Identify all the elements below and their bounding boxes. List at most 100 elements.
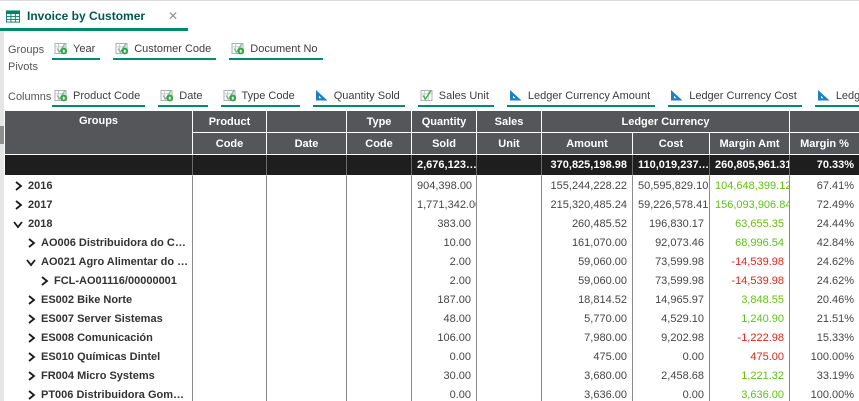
column-chip-ledger-currency-cost[interactable]: Ledger Currency Cost <box>668 88 802 107</box>
col-header-date[interactable]: Date <box>267 133 347 155</box>
scrollbar-thumb[interactable] <box>0 126 4 144</box>
table-row[interactable]: PT006 Distribuidora Gomes & Ba… 0.00 3,6… <box>5 385 859 401</box>
margin-amt-cell: 63,655.35 <box>710 214 790 233</box>
expand-chevron-icon[interactable] <box>26 257 36 267</box>
table-row[interactable]: ES008 Comunicación 106.00 7,980.00 9,202… <box>5 328 859 347</box>
group-cell: ES002 Bike Norte <box>5 290 193 309</box>
col-header-date-top[interactable] <box>267 111 347 133</box>
table-row[interactable]: FR004 Micro Systems 30.00 3,680.00 2,458… <box>5 366 859 385</box>
grid-check-icon <box>420 89 434 102</box>
date-cell <box>267 347 347 366</box>
group-chip-customer-code[interactable]: Customer Code <box>113 41 216 60</box>
column-chip-ledger-currency-margin-amt[interactable]: Ledger Currency Margin Amt <box>815 88 859 107</box>
sales-unit-cell <box>477 195 542 214</box>
col-header-product-code[interactable]: Code <box>193 133 267 155</box>
product-code-cell <box>193 347 267 366</box>
group-cell: ES007 Server Sistemas <box>5 309 193 328</box>
col-header-sales-unit[interactable]: Unit <box>477 133 542 155</box>
group-chip-year[interactable]: Year <box>52 41 100 60</box>
expand-chevron-icon[interactable] <box>26 390 36 400</box>
column-chip-product-code[interactable]: Product Code <box>52 88 145 107</box>
type-code-cell <box>347 195 412 214</box>
expand-chevron-icon[interactable] <box>26 314 36 324</box>
margin-amt-cell: 3,636.00 <box>710 385 790 401</box>
margin-pct-cell: 100.00% <box>790 347 859 366</box>
col-header-sales[interactable]: Sales <box>477 111 542 133</box>
margin-pct-cell: 15.33% <box>790 328 859 347</box>
quantity-sold-cell: 0.00 <box>412 385 477 401</box>
pivot-grid: Groups Product Type Quantity Sales Ledge… <box>5 111 859 401</box>
grid-arrow-icon <box>160 89 174 102</box>
group-cell: AO021 Agro Alimentar do Namibe <box>5 252 193 271</box>
table-row[interactable]: FCL-AO01116/00000001 2.00 59,060.00 73,5… <box>5 271 859 290</box>
col-header-ledger-currency[interactable]: Ledger Currency <box>542 111 790 133</box>
column-chip-date[interactable]: Date <box>158 88 207 107</box>
type-code-cell <box>347 252 412 271</box>
invoice-by-customer-window: Invoice by Customer ✕ Groups Year Custom… <box>0 0 859 401</box>
col-header-type[interactable]: Type <box>347 111 412 133</box>
group-chip-document-no[interactable]: Document No <box>229 41 322 60</box>
table-row[interactable]: 2018 383.00 260,485.52 196,830.17 63,655… <box>5 214 859 233</box>
table-row[interactable]: 2016 904,398.00 155,244,228.22 50,595,82… <box>5 176 859 195</box>
column-chip-sales-unit[interactable]: Sales Unit <box>418 88 494 107</box>
date-cell <box>267 233 347 252</box>
tab-bar: Invoice by Customer ✕ <box>0 1 859 31</box>
cost-cell: 0.00 <box>633 385 710 401</box>
table-row[interactable]: AO021 Agro Alimentar do Namibe 2.00 59,0… <box>5 252 859 271</box>
expand-chevron-icon[interactable] <box>13 219 23 229</box>
column-chip-quantity-sold[interactable]: Quantity Sold <box>313 88 405 107</box>
table-row[interactable]: ES010 Químicas Dintel 0.00 475.00 0.00 4… <box>5 347 859 366</box>
col-header-type-code[interactable]: Code <box>347 133 412 155</box>
date-cell <box>267 366 347 385</box>
group-label: ES008 Comunicación <box>41 332 153 344</box>
cost-cell: 4,529.10 <box>633 309 710 328</box>
ruler-triangle-icon <box>670 89 684 102</box>
table-row[interactable]: 2017 1,771,342.00 215,320,485.24 59,226,… <box>5 195 859 214</box>
close-icon[interactable]: ✕ <box>168 10 178 22</box>
column-chip-ledger-currency-amount[interactable]: Ledger Currency Amount <box>507 88 655 107</box>
product-code-cell <box>193 366 267 385</box>
product-code-cell <box>193 290 267 309</box>
date-cell <box>267 328 347 347</box>
col-header-product[interactable]: Product <box>193 111 267 133</box>
table-row[interactable]: AO006 Distribuidora do Caxito 10.00 161,… <box>5 233 859 252</box>
vertical-scrollbar[interactable] <box>0 31 4 401</box>
margin-pct-cell: 20.46% <box>790 290 859 309</box>
margin-pct-cell: 100.00% <box>790 385 859 401</box>
col-header-quantity-sold[interactable]: Sold <box>412 133 477 155</box>
tab-invoice-by-customer[interactable]: Invoice by Customer ✕ <box>0 4 188 31</box>
margin-amt-cell: 3,848.55 <box>710 290 790 309</box>
expand-chevron-icon[interactable] <box>26 333 36 343</box>
product-code-cell <box>193 309 267 328</box>
expand-chevron-icon[interactable] <box>26 371 36 381</box>
groups-bar: Groups Year Customer Code Document No <box>8 35 859 60</box>
col-header-margin-pct[interactable]: Margin % <box>790 133 859 155</box>
amount-cell: 3,680.00 <box>542 366 633 385</box>
type-code-cell <box>347 271 412 290</box>
expand-chevron-icon[interactable] <box>26 295 36 305</box>
date-cell <box>267 309 347 328</box>
table-row[interactable]: ES002 Bike Norte 187.00 18,814.52 14,965… <box>5 290 859 309</box>
total-margin-amt-cell: 260,805,961.31 <box>710 155 790 176</box>
col-header-margin-amt[interactable]: Margin Amt <box>710 133 790 155</box>
amount-cell: 7,980.00 <box>542 328 633 347</box>
col-header-amount[interactable]: Amount <box>542 133 633 155</box>
expand-chevron-icon[interactable] <box>26 238 36 248</box>
col-header-groups[interactable]: Groups <box>5 111 193 155</box>
margin-amt-cell: 68,996.54 <box>710 233 790 252</box>
sales-unit-cell <box>477 233 542 252</box>
expand-chevron-icon[interactable] <box>13 200 23 210</box>
type-code-cell <box>347 366 412 385</box>
expand-chevron-icon[interactable] <box>26 352 36 362</box>
amount-cell: 5,770.00 <box>542 309 633 328</box>
column-chip-type-code[interactable]: Type Code <box>221 88 300 107</box>
expand-chevron-icon[interactable] <box>39 276 49 286</box>
col-header-quantity[interactable]: Quantity <box>412 111 477 133</box>
expand-chevron-icon[interactable] <box>13 181 23 191</box>
col-header-cost[interactable]: Cost <box>633 133 710 155</box>
col-header-margin-pct-top[interactable] <box>790 111 859 133</box>
cost-cell: 2,458.68 <box>633 366 710 385</box>
table-row[interactable]: ES007 Server Sistemas 48.00 5,770.00 4,5… <box>5 309 859 328</box>
group-label: ES010 Químicas Dintel <box>41 351 160 363</box>
margin-amt-cell: -1,222.98 <box>710 328 790 347</box>
